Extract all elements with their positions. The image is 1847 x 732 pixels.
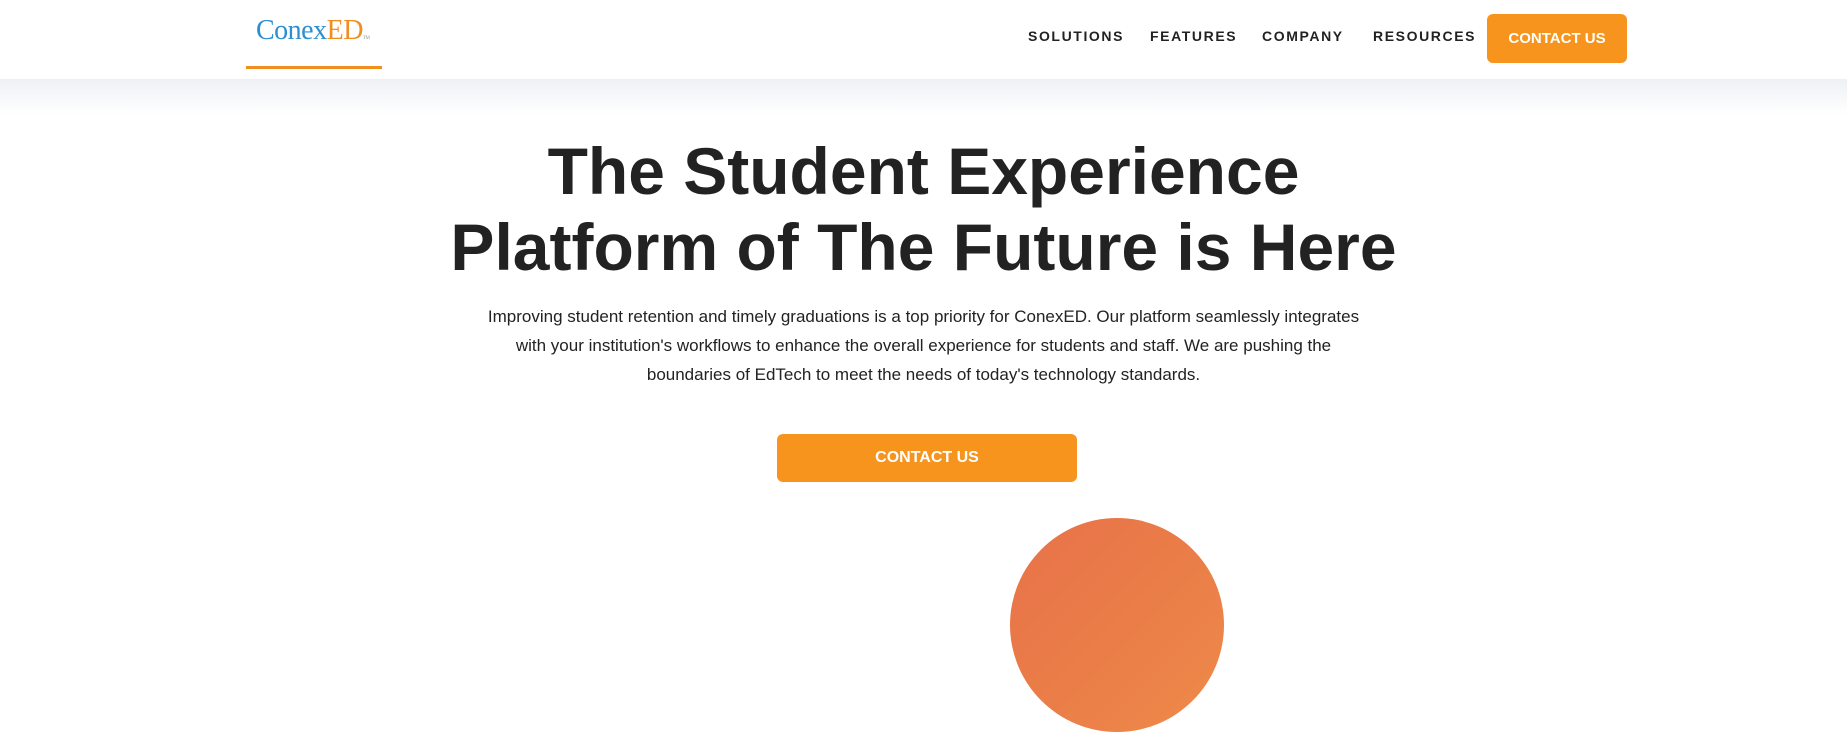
- nav-company[interactable]: COMPANY: [1262, 28, 1344, 44]
- hero-contact-us-button[interactable]: CONTACT US: [777, 434, 1077, 482]
- hero-description-line-3: boundaries of EdTech to meet the needs o…: [646, 365, 1201, 384]
- header-shadow: [0, 79, 1847, 115]
- conexed-logo[interactable]: ConexEDTM: [256, 14, 370, 56]
- hero-title-line-2: Platform of The Future is Here: [450, 210, 1397, 284]
- hero-description-line-1: Improving student retention and timely g…: [487, 307, 1360, 326]
- hero-description: Improving student retention and timely g…: [0, 302, 1847, 389]
- logo-active-underline: [246, 66, 382, 69]
- hero-title: The Student Experience Platform of The F…: [0, 133, 1847, 285]
- hero-title-line-1: The Student Experience: [547, 134, 1300, 208]
- header-contact-us-button[interactable]: CONTACT US: [1487, 14, 1627, 63]
- logo-text-conex: Conex: [256, 15, 327, 46]
- nav-solutions[interactable]: SOLUTIONS: [1028, 28, 1124, 44]
- hero-decorative-circle: [1010, 518, 1224, 732]
- logo-text-ed: ED: [326, 15, 364, 46]
- nav-resources[interactable]: RESOURCES: [1373, 28, 1476, 44]
- site-header: ConexEDTM SOLUTIONS FEATURES COMPANY RES…: [0, 0, 1847, 79]
- hero-description-line-2: with your institution's workflows to enh…: [515, 336, 1332, 355]
- nav-features[interactable]: FEATURES: [1150, 28, 1237, 44]
- logo-trademark: TM: [362, 36, 370, 41]
